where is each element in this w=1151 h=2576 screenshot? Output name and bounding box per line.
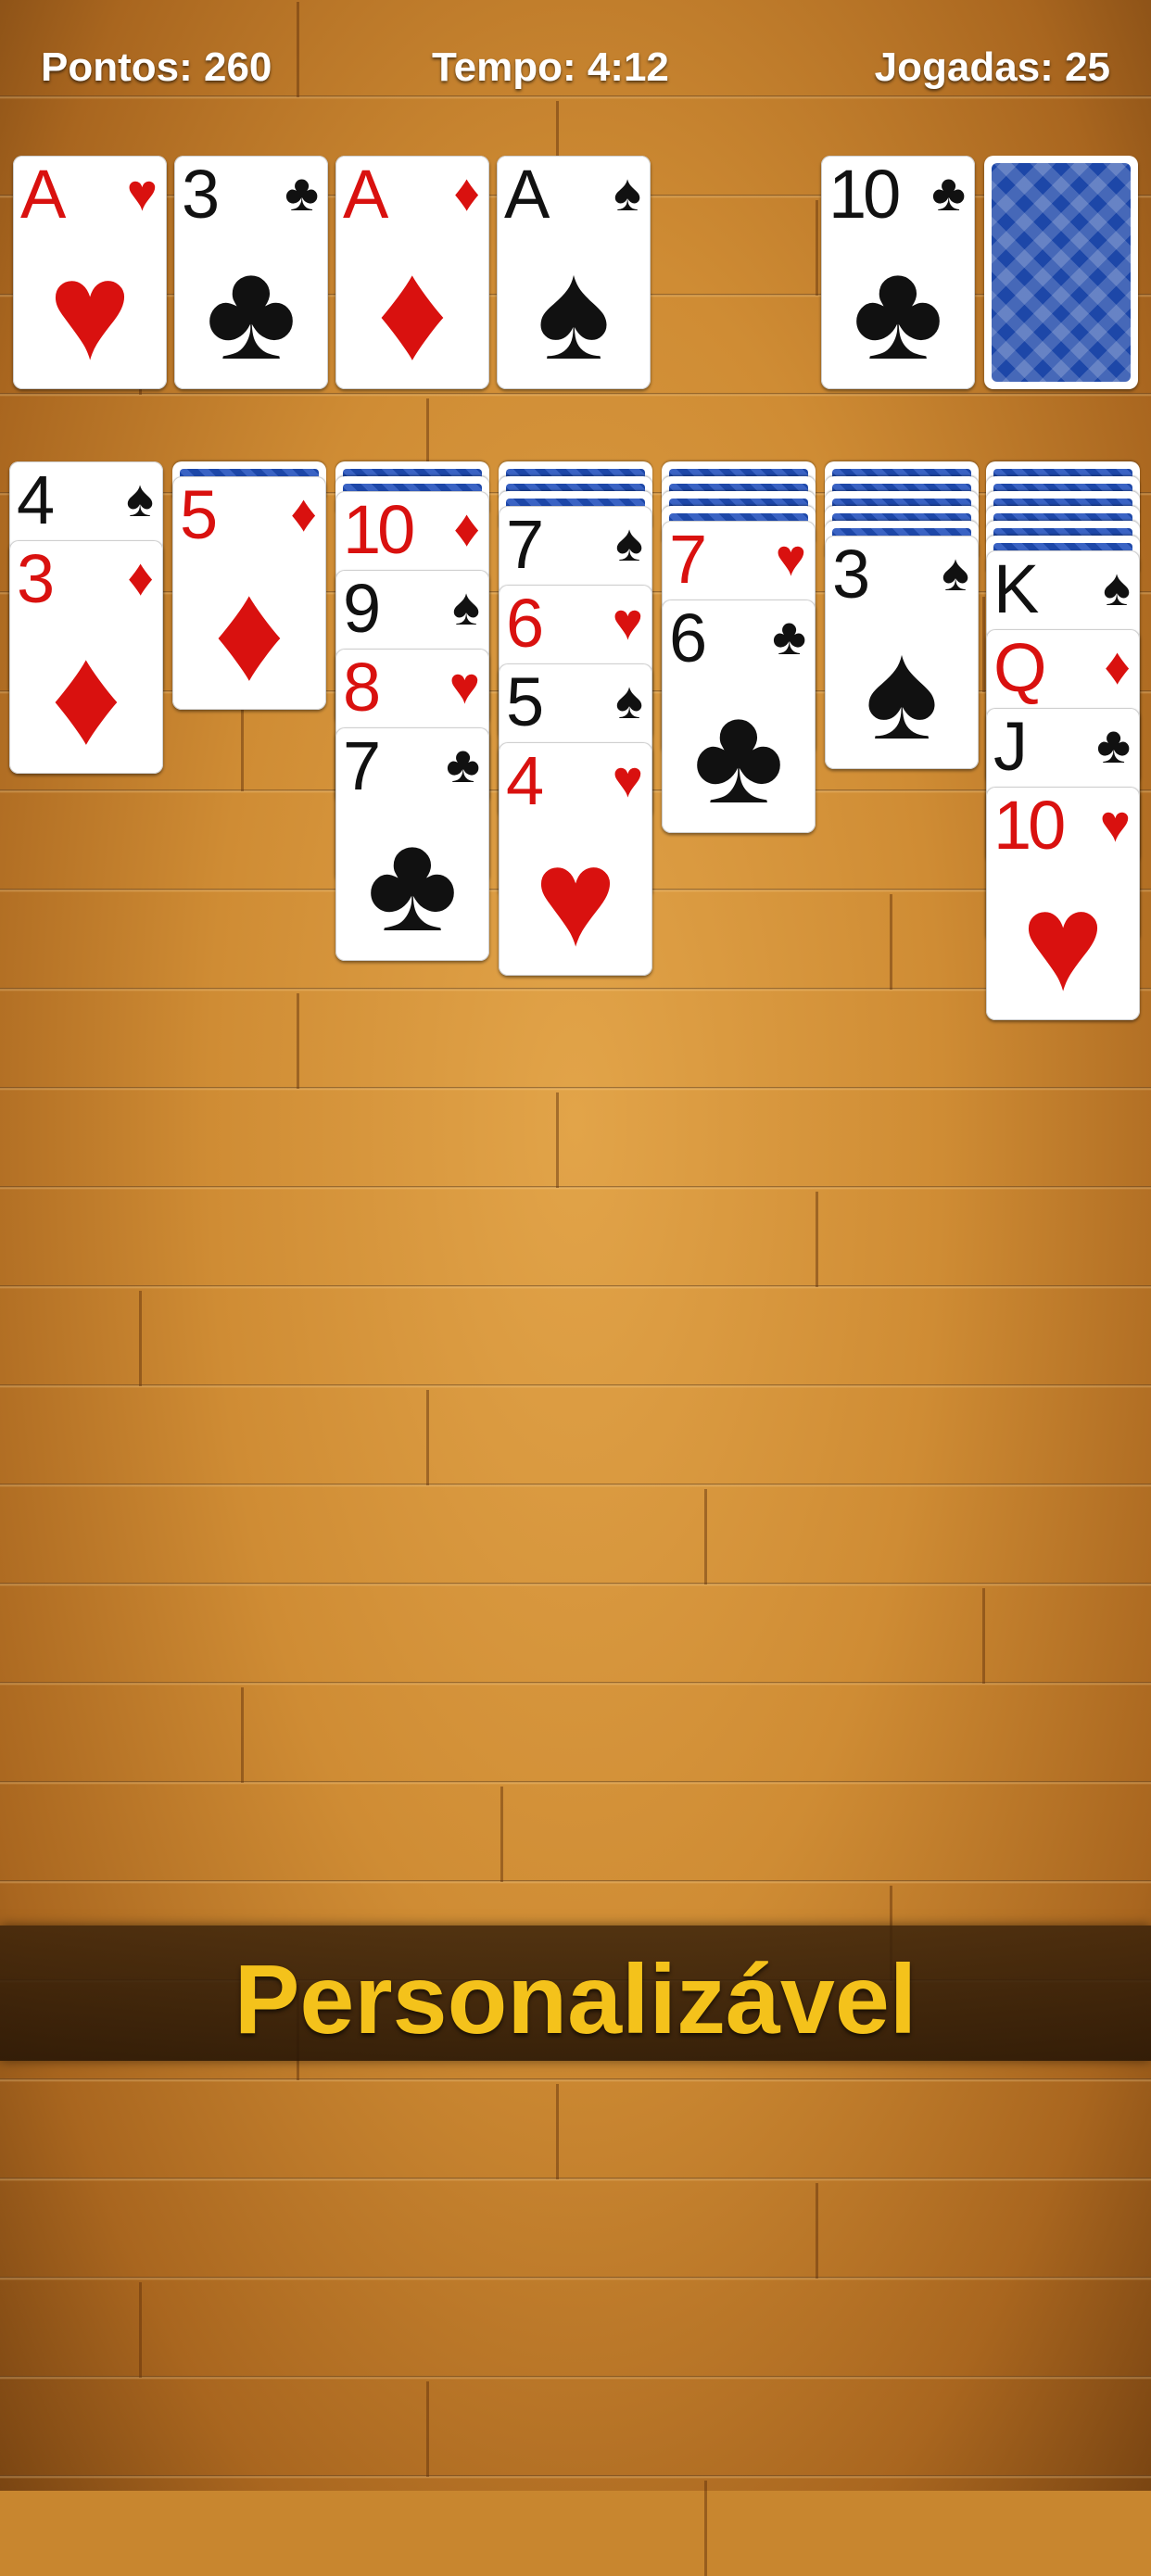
tableau-card[interactable]: 5 ♦ ♦ (172, 476, 326, 710)
plank-seam (139, 1291, 142, 1386)
promo-banner: Personalizável (0, 1926, 1151, 2061)
card-center-suit-icon: ♦ (213, 553, 285, 709)
card-center-suit-icon: ♣ (692, 676, 785, 832)
card-suit-icon: ♥ (449, 656, 480, 714)
card-suit-icon: ♦ (127, 548, 154, 606)
moves-label: Jogadas: 25 (874, 44, 1110, 90)
card-suit-icon: ♣ (285, 163, 319, 221)
card-rank: 7 (669, 521, 707, 598)
card-rank: 10 (828, 156, 901, 233)
card-rank: 7 (506, 506, 544, 583)
card-suit-icon: ♣ (1096, 715, 1131, 774)
card-suit-icon: ♦ (453, 163, 480, 221)
plank-seam (139, 2282, 142, 2378)
card-rank: 8 (343, 649, 381, 726)
card-suit-icon: ♥ (1099, 794, 1131, 852)
card-suit-icon: ♥ (612, 592, 643, 650)
card-center-suit-icon: ♣ (205, 233, 297, 388)
plank-seam (816, 1192, 818, 1287)
card-suit-icon: ♥ (126, 163, 158, 221)
card-rank: 6 (506, 585, 544, 662)
card-suit-icon: ♣ (931, 163, 966, 221)
plank-seam (556, 2084, 559, 2179)
plank-seam (704, 2481, 707, 2576)
card-rank: 7 (343, 727, 381, 804)
foundation-card[interactable]: 3 ♣ ♣ (174, 156, 328, 389)
plank-seam (426, 2381, 429, 2477)
plank-seam (982, 1588, 985, 1684)
card-center-suit-icon: ♦ (376, 233, 449, 388)
card-rank: 10 (993, 787, 1066, 864)
promo-banner-text: Personalizável (234, 1945, 917, 2054)
card-center-suit-icon: ♥ (534, 819, 617, 975)
tableau-card[interactable]: 4 ♥ ♥ (499, 742, 652, 976)
card-rank: A (343, 156, 388, 233)
foundation-card[interactable]: A ♦ ♦ (335, 156, 489, 389)
card-suit-icon: ♣ (446, 735, 480, 793)
card-rank: 3 (182, 156, 220, 233)
score-label: Pontos: 260 (41, 44, 272, 90)
plank-seam (241, 696, 244, 791)
card-rank: A (504, 156, 550, 233)
card-suit-icon: ♦ (1104, 637, 1131, 695)
plank-seam (297, 993, 299, 1089)
card-center-suit-icon: ♥ (48, 233, 132, 388)
card-center-suit-icon: ♠ (865, 612, 939, 768)
tableau-card[interactable]: 3 ♠ ♠ (825, 536, 979, 769)
card-center-suit-icon: ♣ (852, 233, 944, 388)
card-rank: 5 (506, 663, 544, 740)
card-center-suit-icon: ♦ (50, 617, 122, 773)
card-suit-icon: ♠ (452, 577, 480, 636)
card-rank: 10 (343, 491, 415, 568)
card-rank: 3 (17, 540, 55, 617)
card-suit-icon: ♠ (615, 671, 643, 729)
card-rank: 9 (343, 570, 381, 647)
card-rank: J (993, 708, 1028, 785)
card-suit-icon: ♦ (453, 499, 480, 557)
plank-seam (426, 1390, 429, 1485)
card-center-suit-icon: ♣ (366, 804, 459, 960)
plank-seam (556, 1092, 559, 1188)
tableau-card[interactable]: 10 ♥ ♥ (986, 787, 1140, 1020)
card-suit-icon: ♠ (613, 163, 641, 221)
status-bar: Pontos: 260 Tempo: 4:12 Jogadas: 25 (0, 37, 1151, 102)
card-rank: K (993, 550, 1039, 627)
card-suit-icon: ♠ (615, 513, 643, 572)
plank-seam (982, 597, 985, 692)
card-suit-icon: ♦ (290, 484, 317, 542)
card-rank: Q (993, 629, 1047, 706)
card-center-suit-icon: ♥ (1021, 864, 1105, 1019)
card-rank: 3 (832, 536, 870, 612)
plank-seam (816, 200, 818, 296)
card-suit-icon: ♠ (1103, 558, 1131, 616)
card-suit-icon: ♠ (126, 469, 154, 527)
plank-seam (890, 894, 892, 990)
foundation-card[interactable]: A ♥ ♥ (13, 156, 167, 389)
card-rank: A (20, 156, 66, 233)
tableau-card[interactable]: 3 ♦ ♦ (9, 540, 163, 774)
card-suit-icon: ♣ (772, 607, 806, 665)
time-label: Tempo: 4:12 (432, 44, 669, 90)
foundation-card[interactable]: A ♠ ♠ (497, 156, 651, 389)
stock-pile[interactable] (984, 156, 1138, 389)
card-rank: 5 (180, 476, 218, 553)
card-rank: 4 (17, 461, 55, 538)
card-suit-icon: ♠ (942, 543, 969, 601)
card-suit-icon: ♥ (775, 528, 806, 587)
waste-card[interactable]: 10 ♣ ♣ (821, 156, 975, 389)
plank-seam (500, 1787, 503, 1882)
plank-seam (704, 1489, 707, 1585)
tableau-card[interactable]: 6 ♣ ♣ (662, 600, 816, 833)
card-suit-icon: ♥ (612, 750, 643, 808)
card-rank: 4 (506, 742, 544, 819)
card-rank: 6 (669, 600, 707, 676)
card-center-suit-icon: ♠ (537, 233, 611, 388)
plank-seam (816, 2183, 818, 2279)
tableau-card[interactable]: 7 ♣ ♣ (335, 727, 489, 961)
plank-seam (241, 1687, 244, 1783)
